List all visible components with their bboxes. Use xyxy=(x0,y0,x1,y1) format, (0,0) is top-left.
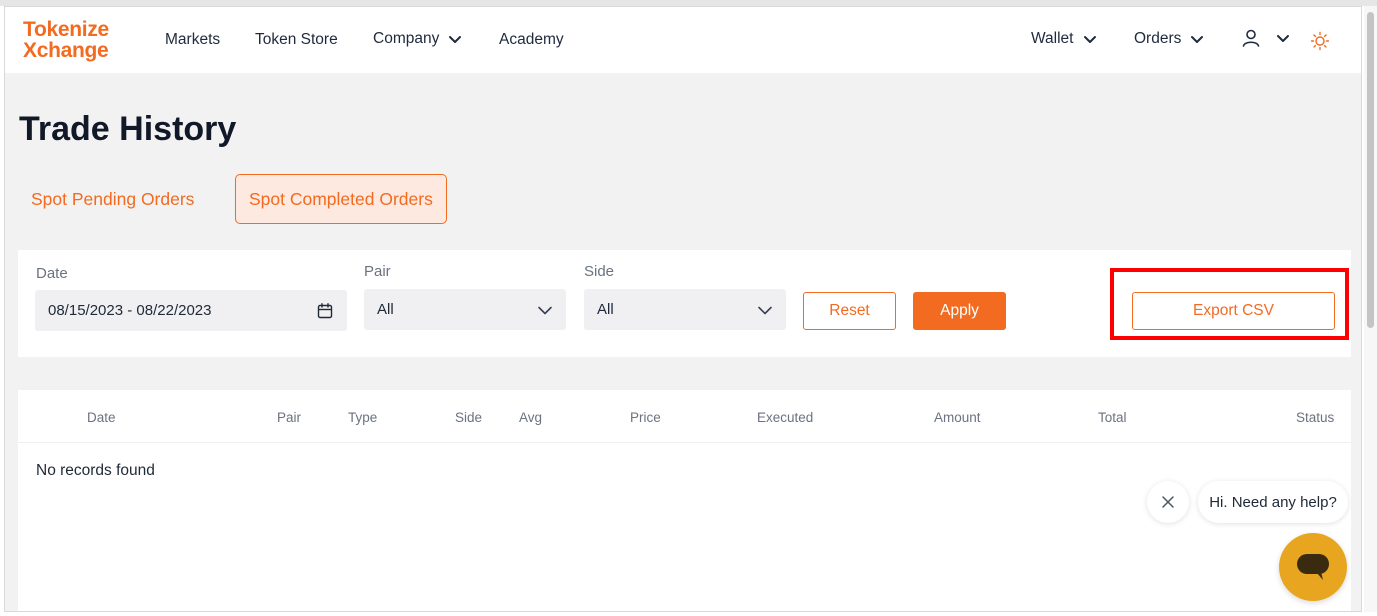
nav-orders-label: Orders xyxy=(1134,30,1182,47)
column-header-amount[interactable]: Amount xyxy=(934,410,981,425)
nav-company-label: Company xyxy=(373,30,440,47)
nav-academy-label: Academy xyxy=(499,31,564,48)
nav-academy[interactable]: Academy xyxy=(499,31,564,49)
nav-orders[interactable]: Orders xyxy=(1134,30,1205,48)
column-header-pair[interactable]: Pair xyxy=(277,410,301,425)
sun-icon xyxy=(1310,31,1330,51)
pair-select-value: All xyxy=(377,301,394,318)
nav-wallet[interactable]: Wallet xyxy=(1031,30,1098,48)
nav-token-store-label: Token Store xyxy=(255,31,338,48)
chat-greeting-text: Hi. Need any help? xyxy=(1209,493,1337,511)
column-header-executed[interactable]: Executed xyxy=(757,410,813,425)
column-header-date[interactable]: Date xyxy=(87,410,116,425)
chevron-down-icon xyxy=(1082,31,1098,47)
chevron-down-icon xyxy=(757,302,773,318)
pair-filter-label: Pair xyxy=(364,263,391,280)
reset-button[interactable]: Reset xyxy=(803,292,896,330)
column-header-status[interactable]: Status xyxy=(1296,410,1334,425)
chevron-down-icon xyxy=(447,31,463,47)
theme-toggle[interactable] xyxy=(1310,31,1330,51)
chevron-down-icon xyxy=(537,302,553,318)
chat-launcher-button[interactable] xyxy=(1279,533,1347,601)
nav-markets-label: Markets xyxy=(165,31,221,48)
header-divider xyxy=(18,442,1351,443)
chevron-down-icon xyxy=(1275,30,1291,46)
nav-token-store[interactable]: Token Store xyxy=(255,31,338,49)
nav-company[interactable]: Company xyxy=(373,30,463,48)
column-header-price[interactable]: Price xyxy=(630,410,661,425)
scrollbar-thumb[interactable] xyxy=(1367,12,1374,328)
side-select-value: All xyxy=(597,301,614,318)
apply-button[interactable]: Apply xyxy=(913,292,1006,330)
column-header-total[interactable]: Total xyxy=(1098,410,1127,425)
filter-panel: Date 08/15/2023 - 08/22/2023 Pair All Si… xyxy=(18,250,1351,357)
empty-state-text: No records found xyxy=(36,462,155,479)
export-csv-button[interactable]: Export CSV xyxy=(1132,292,1335,330)
date-range-value: 08/15/2023 - 08/22/2023 xyxy=(48,302,212,319)
date-filter-label: Date xyxy=(36,265,68,282)
chat-greeting-bubble[interactable]: Hi. Need any help? xyxy=(1198,481,1348,523)
tab-label: Spot Pending Orders xyxy=(31,188,195,209)
column-header-side[interactable]: Side xyxy=(455,410,482,425)
column-header-type[interactable]: Type xyxy=(348,410,377,425)
side-filter-label: Side xyxy=(584,263,615,280)
tab-spot-completed-orders[interactable]: Spot Completed Orders xyxy=(235,174,447,224)
logo-line-2: Xchange xyxy=(23,39,109,62)
date-range-input[interactable]: 08/15/2023 - 08/22/2023 xyxy=(35,290,347,331)
tab-spot-pending-orders[interactable]: Spot Pending Orders xyxy=(31,174,194,224)
pair-select[interactable]: All xyxy=(364,289,566,330)
user-icon xyxy=(1241,28,1261,48)
calendar-icon xyxy=(316,302,334,320)
close-icon xyxy=(1161,495,1175,509)
chevron-down-icon xyxy=(1189,31,1205,47)
app-frame: Tokenize Xchange Markets Token Store Com… xyxy=(4,6,1362,612)
page-title: Trade History xyxy=(19,110,237,148)
column-header-avg[interactable]: Avg xyxy=(519,410,542,425)
side-select[interactable]: All xyxy=(584,289,786,330)
chat-icon xyxy=(1295,552,1331,582)
logo-line-1: Tokenize xyxy=(23,18,109,41)
top-nav: Tokenize Xchange Markets Token Store Com… xyxy=(5,7,1361,73)
account-menu[interactable] xyxy=(1241,28,1291,48)
page-scrollbar[interactable] xyxy=(1364,6,1377,612)
tab-label: Spot Completed Orders xyxy=(249,188,433,209)
brand-logo[interactable]: Tokenize Xchange xyxy=(23,19,109,61)
nav-markets[interactable]: Markets xyxy=(165,31,220,49)
nav-wallet-label: Wallet xyxy=(1031,30,1074,47)
chat-close-button[interactable] xyxy=(1147,481,1189,523)
